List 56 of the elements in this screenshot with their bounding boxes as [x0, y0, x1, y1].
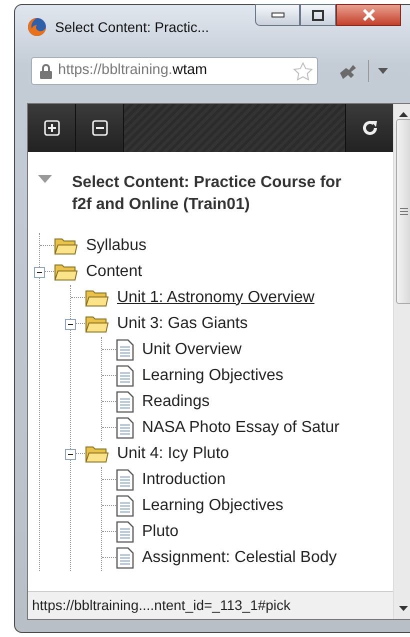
tree-item-link[interactable]: Readings	[142, 390, 210, 414]
content-heading: Select Content: Practice Course for f2f and Online (Train01)	[72, 173, 342, 216]
tree-item-link[interactable]: Learning Objectives	[142, 364, 284, 388]
tree-item-link[interactable]: NASA Photo Essay of Satur	[142, 416, 340, 440]
tree-item-link[interactable]: Learning Objectives	[142, 494, 284, 518]
dropdown-caret-icon[interactable]	[378, 68, 388, 74]
document-icon	[116, 416, 134, 439]
status-url: https://bbltraining....ntent_id=_113_1#pick	[32, 596, 291, 615]
tree-item-link[interactable]: Pluto	[142, 520, 178, 544]
minimize-button[interactable]	[255, 4, 300, 26]
tree-item-link[interactable]: Unit Overview	[142, 338, 242, 362]
folder-icon	[54, 236, 78, 255]
scrollbar[interactable]	[393, 104, 410, 619]
plus-icon	[44, 120, 60, 136]
document-icon	[116, 494, 134, 517]
folder-icon	[85, 288, 109, 307]
document-icon	[116, 520, 134, 543]
tree-item-link[interactable]: Assignment: Celestial Body	[142, 546, 337, 570]
scroll-down-icon[interactable]	[399, 606, 408, 611]
tree-item-link[interactable]: Unit 1: Astronomy Overview	[117, 286, 314, 310]
expand-all-button[interactable]	[28, 104, 76, 152]
extension-icon[interactable]	[338, 63, 358, 79]
document-icon	[116, 390, 134, 413]
tree-item-link[interactable]: Introduction	[142, 468, 226, 492]
collapse-toggle[interactable]	[65, 448, 76, 460]
folder-icon	[85, 314, 109, 333]
tree-item-link[interactable]: Unit 3: Gas Giants	[117, 312, 248, 336]
tree-item-link[interactable]: Content	[86, 260, 142, 284]
url-text: https://bbltraining.wtam	[58, 61, 208, 80]
lock-icon	[40, 64, 52, 78]
scroll-thumb[interactable]	[396, 119, 410, 304]
address-field[interactable]: https://bbltraining.wtam	[31, 57, 318, 85]
collapse-toggle[interactable]	[34, 266, 45, 278]
tree-item-link[interactable]: Unit 4: Icy Pluto	[117, 442, 230, 466]
document-icon	[116, 468, 134, 491]
close-icon	[362, 9, 376, 21]
folder-icon	[85, 444, 109, 463]
maximize-icon	[312, 10, 324, 20]
maximize-button[interactable]	[300, 4, 336, 26]
window-title: Select Content: Practic...	[55, 18, 210, 37]
refresh-button[interactable]	[345, 104, 393, 152]
collapse-all-button[interactable]	[76, 104, 124, 152]
browser-logo-icon	[27, 17, 47, 37]
scroll-up-icon[interactable]	[399, 112, 408, 117]
folder-icon	[54, 262, 78, 281]
collapse-toggle[interactable]	[65, 318, 76, 330]
collapse-triangle-icon[interactable]	[38, 175, 52, 183]
refresh-icon	[360, 119, 378, 137]
minimize-icon	[270, 12, 284, 18]
tree-item-link[interactable]: Syllabus	[86, 234, 146, 258]
minus-icon	[92, 120, 108, 136]
document-icon	[116, 546, 134, 569]
close-button[interactable]	[336, 4, 401, 26]
document-icon	[116, 364, 134, 387]
document-icon	[116, 338, 134, 361]
star-icon[interactable]	[293, 62, 313, 80]
